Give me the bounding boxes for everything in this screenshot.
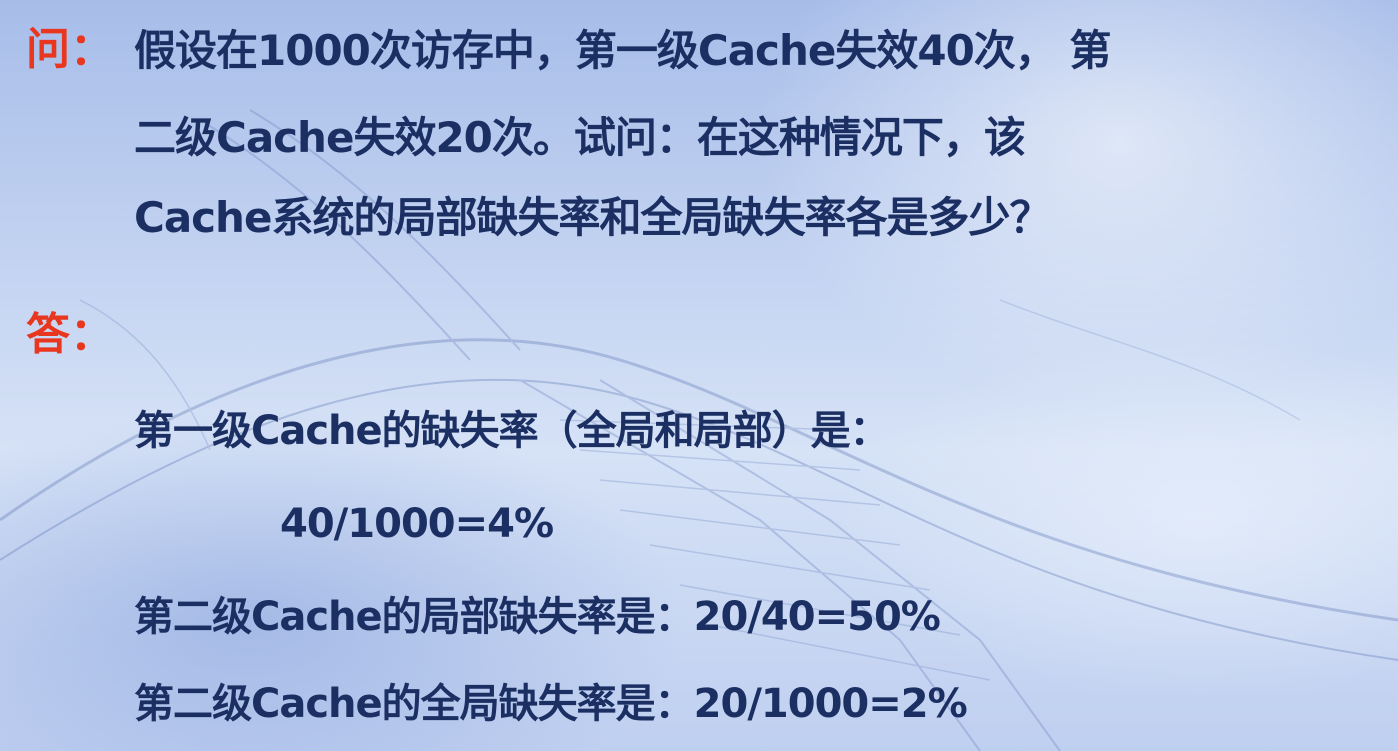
answer-line-3: 第二级Cache的局部缺失率是：20/40=50% — [134, 594, 941, 640]
question-line-1: 假设在1000次访存中，第一级Cache失效40次， 第 — [134, 26, 1111, 75]
question-line-2: 二级Cache失效20次。试问：在这种情况下，该 — [134, 113, 1026, 162]
slide: 问： 假设在1000次访存中，第一级Cache失效40次， 第 二级Cache失… — [0, 0, 1398, 751]
answer-label: 答： — [26, 309, 114, 360]
answer-line-2: 40/1000=4% — [280, 501, 554, 547]
answer-line-4: 第二级Cache的全局缺失率是：20/1000=2% — [134, 681, 968, 727]
question-line-3: Cache系统的局部缺失率和全局缺失率各是多少？ — [134, 193, 1051, 242]
answer-line-1: 第一级Cache的缺失率（全局和局部）是： — [134, 408, 890, 454]
question-label: 问： — [26, 24, 114, 75]
